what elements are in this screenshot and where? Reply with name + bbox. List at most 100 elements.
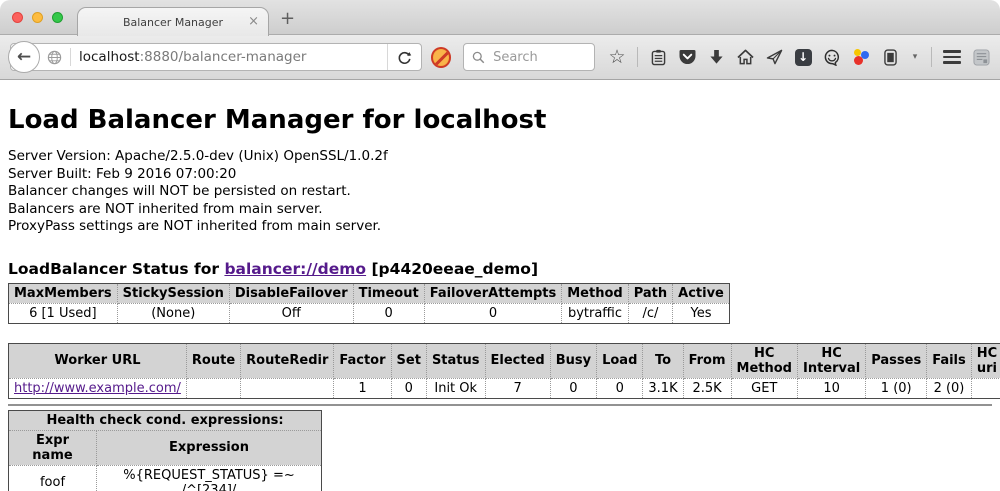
cell-factor: 1 [334, 378, 391, 398]
col-disablefailover: DisableFailover [229, 283, 353, 303]
new-tab-button[interactable]: + [280, 8, 295, 29]
col-worker-url: Worker URL [9, 343, 187, 378]
health-header-row: Expr name Expression [9, 430, 322, 465]
page-title: Load Balancer Manager for localhost [8, 105, 992, 135]
back-button[interactable]: ← [8, 41, 40, 73]
home-icon[interactable] [736, 46, 754, 68]
url-domain: localhost [79, 49, 140, 65]
tab-title: Balancer Manager [123, 16, 223, 29]
cell-hc-interval: 10 [797, 378, 865, 398]
cell-expression-foof: %{REQUEST_STATUS} =~ /^[234]/ [97, 465, 322, 491]
heading-prefix: LoadBalancer Status for [8, 260, 224, 278]
search-box[interactable] [463, 43, 595, 71]
menu-hamburger-icon[interactable] [943, 46, 961, 68]
col-hc-method: HC Method [731, 343, 797, 378]
col-stickysession: StickySession [117, 283, 229, 303]
page-content: Load Balancer Manager for localhost Serv… [0, 105, 1000, 491]
cell-from: 2.5K [683, 378, 731, 398]
window-close-button[interactable] [12, 12, 23, 23]
col-path: Path [628, 283, 672, 303]
cell-path: /c/ [628, 303, 672, 323]
cell-busy: 0 [550, 378, 596, 398]
globe-icon [47, 50, 62, 65]
col-expression: Expression [97, 430, 322, 465]
container-icon[interactable] [881, 46, 899, 68]
col-method: Method [562, 283, 628, 303]
tab-balancer-manager[interactable]: Balancer Manager × [77, 7, 269, 36]
cell-timeout: 0 [353, 303, 424, 323]
col-from: From [683, 343, 731, 378]
url-path: :8880/balancer-manager [140, 49, 307, 65]
cell-method: bytraffic [562, 303, 628, 323]
balancer-demo-link[interactable]: balancer://demo [224, 260, 366, 278]
cell-expr-name-foof: foof [9, 465, 97, 491]
pocket-icon[interactable] [678, 46, 696, 68]
health-data-row: foof %{REQUEST_STATUS} =~ /^[234]/ [9, 465, 322, 491]
cell-load: 0 [597, 378, 643, 398]
worker-table: Worker URL Route RouteRedir Factor Set S… [8, 343, 1000, 399]
window-zoom-button[interactable] [52, 12, 63, 23]
cell-elected: 7 [485, 378, 550, 398]
col-timeout: Timeout [353, 283, 424, 303]
window-minimize-button[interactable] [32, 12, 43, 23]
cell-to: 3.1K [643, 378, 683, 398]
toolbar-separator [637, 47, 638, 67]
health-table-title: Health check cond. expressions: [9, 410, 322, 430]
proxypass-note-line: ProxyPass settings are NOT inherited fro… [8, 218, 992, 236]
send-plane-icon[interactable] [765, 46, 783, 68]
heading-suffix: [p4420eeae_demo] [366, 260, 538, 278]
persist-note-line: Balancer changes will NOT be persisted o… [8, 183, 992, 201]
search-icon [472, 51, 485, 64]
cell-passes: 1 (0) [866, 378, 927, 398]
tab-close-icon[interactable]: × [248, 15, 259, 28]
cell-route [186, 378, 240, 398]
health-check-table: Health check cond. expressions: Expr nam… [8, 410, 322, 491]
color-dots-icon[interactable] [852, 46, 870, 68]
extension-arrow: ↓ [798, 50, 808, 64]
server-built-line: Server Built: Feb 9 2016 07:00:20 [8, 166, 992, 184]
url-text[interactable]: localhost:8880/balancer-manager [79, 49, 387, 65]
col-failoverattempts: FailoverAttempts [424, 283, 562, 303]
cell-active: Yes [673, 303, 730, 323]
dropdown-caret-icon[interactable]: ▾ [910, 46, 920, 68]
worker-url-link[interactable]: http://www.example.com/ [14, 381, 181, 396]
url-bar[interactable]: ← localhost:8880/balancer-manager [10, 43, 422, 71]
col-load: Load [597, 343, 643, 378]
chat-smiley-icon[interactable] [823, 46, 841, 68]
urlbar-divider [70, 48, 71, 66]
downloads-icon[interactable] [707, 46, 725, 68]
cell-status: Init Ok [426, 378, 485, 398]
col-busy: Busy [550, 343, 596, 378]
col-routeredir: RouteRedir [241, 343, 334, 378]
col-expr-name: Expr name [9, 430, 97, 465]
col-passes: Passes [866, 343, 927, 378]
bookmark-star-icon[interactable]: ☆ [608, 46, 626, 68]
worker-data-row: http://www.example.com/ 1 0 Init Ok 7 0 … [9, 378, 1000, 398]
extension-grid-icon[interactable] [972, 46, 990, 68]
server-info: Server Version: Apache/2.5.0-dev (Unix) … [8, 148, 992, 236]
col-status: Status [426, 343, 485, 378]
balancer-data-row: 6 [1 Used] (None) Off 0 0 bytraffic /c/ … [9, 303, 730, 323]
col-route: Route [186, 343, 240, 378]
cell-hc-uri [971, 378, 1000, 398]
col-elected: Elected [485, 343, 550, 378]
tracking-blocked-icon[interactable] [431, 47, 451, 68]
navigation-toolbar: ← localhost:8880/balancer-manager [0, 35, 1000, 80]
reading-list-icon[interactable] [649, 46, 667, 68]
cell-failoverattempts: 0 [424, 303, 562, 323]
horizontal-rule [8, 404, 992, 406]
col-factor: Factor [334, 343, 391, 378]
worker-header-row: Worker URL Route RouteRedir Factor Set S… [9, 343, 1000, 378]
health-title-row: Health check cond. expressions: [9, 410, 322, 430]
reload-button[interactable] [387, 44, 421, 70]
cell-routeredir [241, 378, 334, 398]
inherit-note-line: Balancers are NOT inherited from main se… [8, 201, 992, 219]
col-fails: Fails [927, 343, 972, 378]
toolbar-icons: ☆ [608, 46, 990, 68]
window-controls [12, 12, 63, 23]
search-input[interactable] [491, 49, 586, 66]
titlebar: Balancer Manager × + [0, 0, 1000, 35]
back-icon: ← [17, 47, 31, 67]
video-downloader-icon[interactable]: ↓ [794, 46, 812, 68]
reload-icon [397, 50, 412, 65]
